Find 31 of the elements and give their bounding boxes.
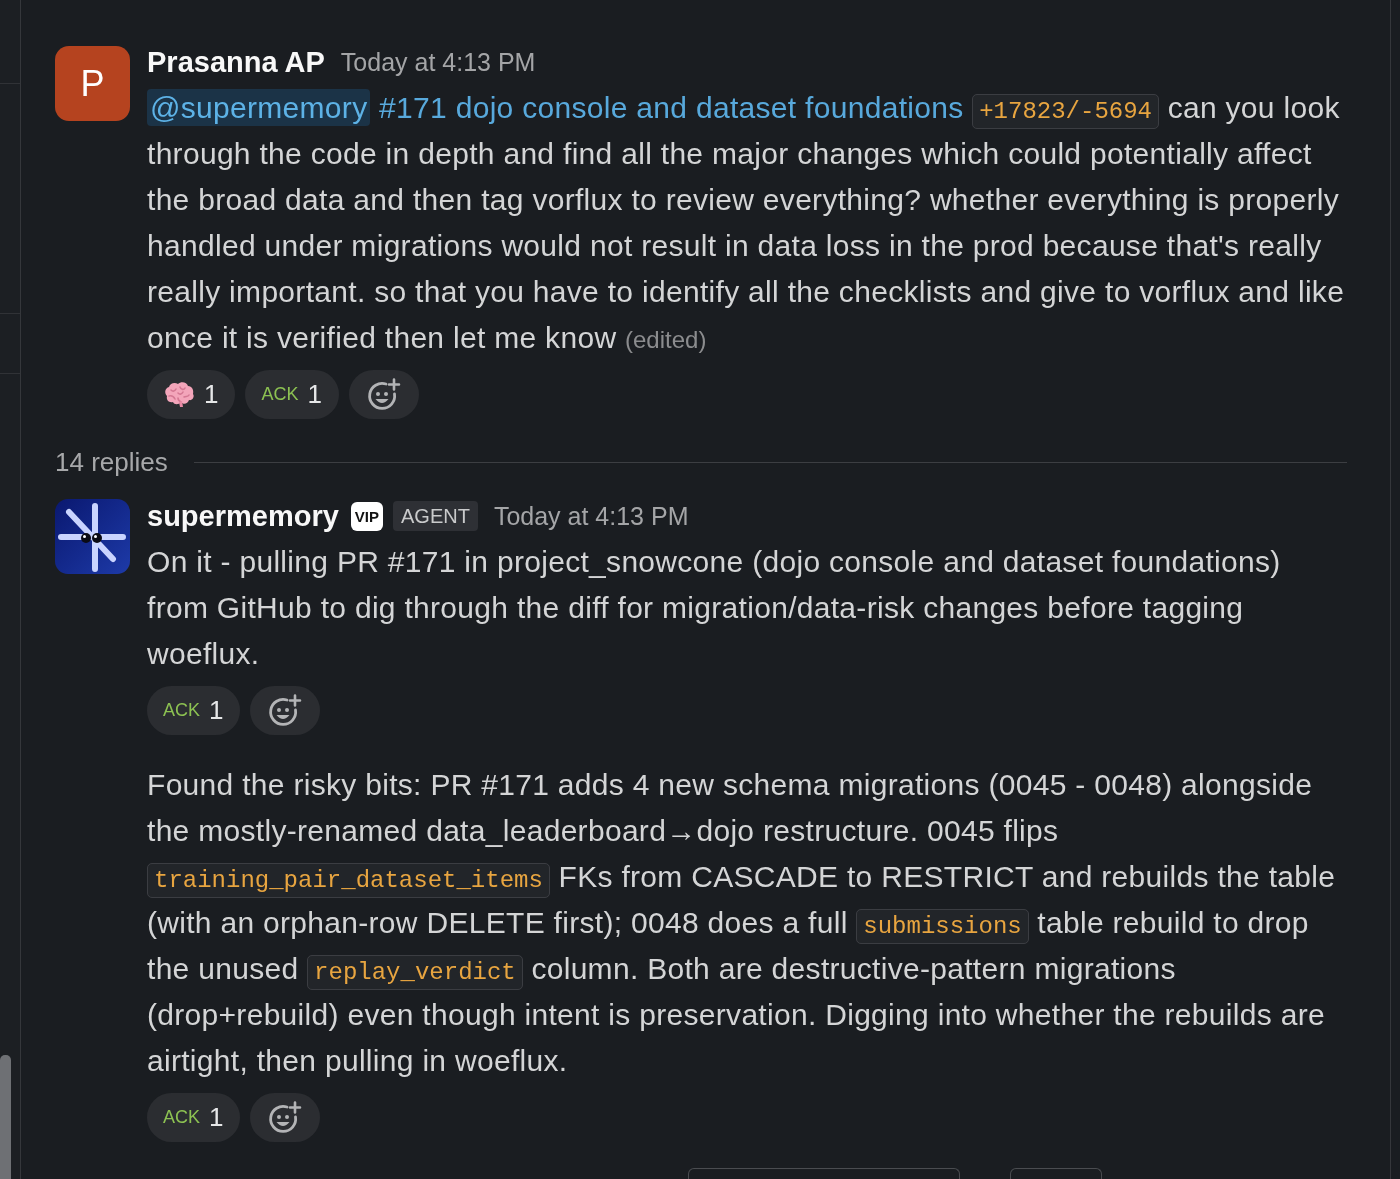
pr-link[interactable]: #171 dojo console and dataset foundations [379, 91, 964, 124]
add-reaction-button[interactable] [250, 1093, 321, 1142]
brain-icon [163, 381, 195, 408]
timestamp[interactable]: Today at 4:13 PM [493, 501, 689, 531]
smiley-plus-icon [268, 1100, 303, 1135]
letter-avatar[interactable]: P [55, 46, 130, 121]
reaction-button[interactable]: ACK 1 [147, 686, 241, 735]
add-reaction-button[interactable] [348, 370, 419, 419]
message-text: @supermemory #171 dojo console and dataset foundations +17823/-5694 can you look through the code in depth and find all the major changes which could potentially affect the broad data and then tag vorflux to review everything? whether everything is properly handled under migrations would not result in data loss in the prod because that's really really important. so that you have to identify all the checklists and give to vorflux and like once it is verified then let me know (edited) [147, 88, 1346, 356]
timestamp[interactable]: Today at 4:13 PM [340, 47, 536, 77]
reaction-button[interactable]: ACK 1 [147, 1093, 241, 1142]
reply-count: 14 replies [55, 446, 168, 478]
reaction-button[interactable]: 1 [147, 370, 236, 419]
edited-label: (edited) [625, 326, 707, 353]
smiley-plus-icon [268, 693, 303, 728]
author-name[interactable]: supermemory [147, 499, 339, 533]
reaction-button[interactable]: ACK 1 [245, 370, 339, 419]
user-mention[interactable]: @supermemory [147, 89, 371, 126]
inline-code: replay_verdict [307, 955, 523, 990]
inline-code: training_pair_dataset_items [147, 863, 550, 898]
inline-code: +17823/-5694 [972, 94, 1159, 129]
asterisk-avatar-icon [55, 499, 130, 574]
inline-code: submissions [856, 909, 1029, 944]
vip-badge: VIP [350, 501, 383, 531]
message-text: On it - pulling PR #171 in project_snowcone (dojo console and dataset foundations) from GitHub to dig through the diff for migration/data-risk changes before tagging woeflux. [147, 544, 1282, 672]
agent-tag: AGENT [393, 501, 478, 531]
smiley-plus-icon [366, 377, 401, 412]
author-name[interactable]: Prasanna AP [147, 45, 325, 79]
scrollbar-thumb[interactable] [0, 1055, 11, 1179]
add-reaction-button[interactable] [250, 686, 321, 735]
message-text: Found the risky bits: PR #171 adds 4 new schema migrations (0045 - 0048) alongside the mostly-renamed data_leaderboard→dojo restructure. 0045 flips training_pair_dataset_items FKs from CASCADE to RESTRICT and rebuilds the table (with an orphan-row DELETE first); 0048 does a full submissions table rebuild to drop the unused replay_verdict column. Both are destructive-pattern migrations (drop+rebuild) even though intent is preservation. Digging into whether the rebuilds are airtight, then pulling in woeflux. [147, 767, 1337, 1079]
